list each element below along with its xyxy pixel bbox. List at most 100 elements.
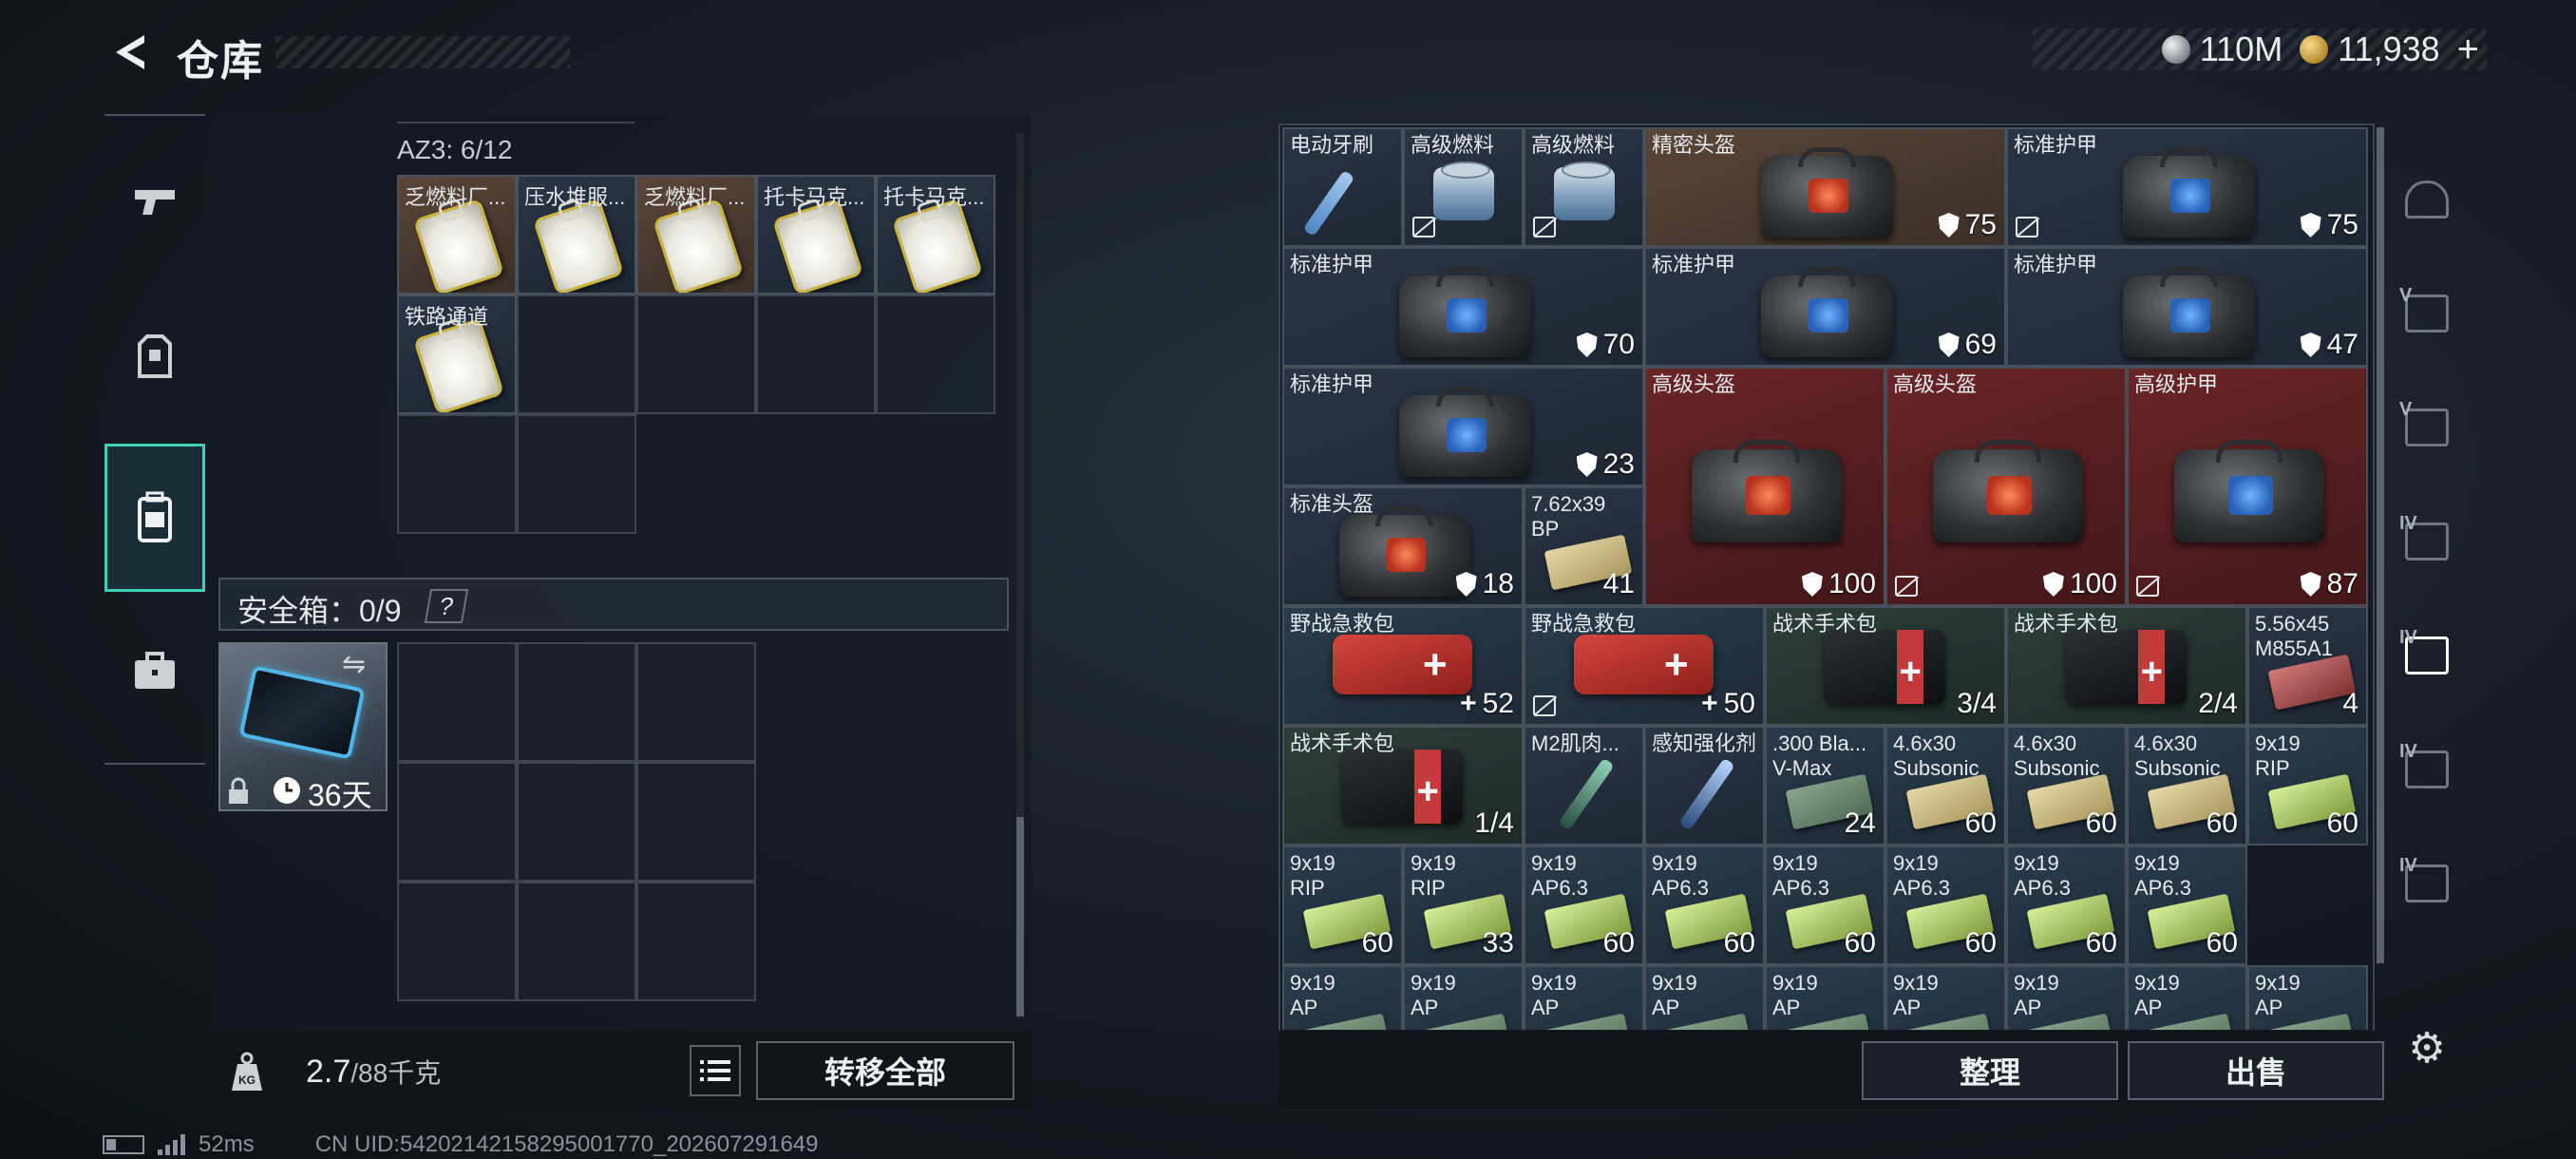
- grid-slot[interactable]: [397, 762, 517, 882]
- back-button[interactable]: [103, 28, 160, 76]
- stash-item[interactable]: 9x19 AP6.3 60: [2127, 846, 2247, 965]
- stash-item[interactable]: 9x19 AP: [2127, 965, 2247, 1030]
- add-currency-button[interactable]: +: [2457, 28, 2479, 71]
- item-quantity: 60: [2327, 808, 2358, 840]
- briefcase-icon: [135, 652, 175, 689]
- keycard-item[interactable]: 压水堆服...: [517, 175, 636, 294]
- stash-item[interactable]: 标准护甲 70: [1282, 247, 1644, 367]
- settings-gear-icon[interactable]: ⚙: [2403, 1024, 2451, 1072]
- stash-item[interactable]: 电动牙刷: [1282, 127, 1403, 247]
- list-view-button[interactable]: [690, 1045, 741, 1096]
- backpack-scroll-thumb[interactable]: [1016, 817, 1024, 1016]
- grid-slot[interactable]: [397, 882, 517, 1001]
- grid-slot[interactable]: [756, 294, 876, 414]
- stash-item[interactable]: 野战急救包 +52: [1282, 606, 1524, 726]
- stash-scroll-thumb[interactable]: [2377, 127, 2384, 963]
- stash-item[interactable]: 7.62x39 BP 41: [1524, 486, 1644, 606]
- stash-item[interactable]: 9x19 AP: [1644, 965, 1765, 1030]
- sell-button[interactable]: 出售: [2128, 1041, 2384, 1100]
- item-subname: AP6.3: [2014, 876, 2071, 900]
- stash-tab-1[interactable]: [2384, 142, 2470, 256]
- stash-item[interactable]: 野战急救包 +50: [1524, 606, 1765, 726]
- stash-item[interactable]: 9x19 RIP 33: [1403, 846, 1524, 965]
- grid-slot[interactable]: [397, 414, 517, 534]
- grid-slot[interactable]: [397, 642, 517, 762]
- stash-item[interactable]: 9x19 AP6.3 60: [1765, 846, 1885, 965]
- stash-item[interactable]: 标准头盔 18: [1282, 486, 1524, 606]
- left-category-nav: [104, 114, 205, 765]
- grid-slot[interactable]: [636, 294, 756, 414]
- stash-item[interactable]: 9x19 AP6.3 60: [1885, 846, 2006, 965]
- keycard-item[interactable]: 铁路通道: [397, 294, 517, 414]
- stash-item[interactable]: 高级燃料: [1403, 127, 1524, 247]
- stash-item[interactable]: .300 Bla... V-Max 24: [1765, 726, 1885, 846]
- safebox-help-button[interactable]: ?: [424, 589, 469, 623]
- nav-backpack[interactable]: [104, 444, 205, 592]
- stash-item[interactable]: 战术手术包 2/4: [2006, 606, 2247, 726]
- stash-item[interactable]: 9x19 RIP 60: [2247, 726, 2368, 846]
- stash-item[interactable]: 9x19 AP: [1885, 965, 2006, 1030]
- grid-slot[interactable]: [517, 414, 636, 534]
- transfer-all-button[interactable]: 转移全部: [756, 1041, 1014, 1100]
- stash-item[interactable]: 4.6x30 Subsonic 60: [1885, 726, 2006, 846]
- stash-item[interactable]: 高级护甲 87: [2127, 367, 2368, 606]
- durability-value: 69: [1964, 329, 1997, 360]
- stash-tab-7[interactable]: IV: [2384, 826, 2470, 940]
- stash-item[interactable]: 9x19 AP6.3 60: [1644, 846, 1765, 965]
- grid-slot[interactable]: [636, 642, 756, 762]
- stash-item[interactable]: 战术手术包 3/4: [1765, 606, 2006, 726]
- stash-item[interactable]: 标准护甲 69: [1644, 247, 2006, 367]
- grid-slot[interactable]: [517, 762, 636, 882]
- stash-item[interactable]: 标准护甲 47: [2006, 247, 2368, 367]
- stash-item[interactable]: 9x19 AP6.3 60: [1524, 846, 1644, 965]
- stash-item[interactable]: 9x19 AP: [1765, 965, 1885, 1030]
- stash-item[interactable]: 9x19 AP: [2247, 965, 2368, 1030]
- stash-tab-5[interactable]: IV: [2384, 598, 2470, 712]
- stash-item[interactable]: 9x19 AP: [1282, 965, 1403, 1030]
- grid-slot[interactable]: [636, 762, 756, 882]
- keycard-item[interactable]: 托卡马克...: [876, 175, 995, 294]
- stash-item[interactable]: 精密头盔 75: [1644, 127, 2006, 247]
- stash-item[interactable]: 9x19 AP6.3 60: [2006, 846, 2127, 965]
- keycard-item[interactable]: 乏燃料厂...: [636, 175, 756, 294]
- quantity-value: 1/4: [1474, 808, 1514, 839]
- stash-item[interactable]: 9x19 RIP 60: [1282, 846, 1403, 965]
- stash-item[interactable]: 9x19 AP: [1524, 965, 1644, 1030]
- armor-vest-icon: [138, 334, 172, 378]
- stash-item[interactable]: 高级燃料: [1524, 127, 1644, 247]
- sort-button[interactable]: 整理: [1862, 1041, 2118, 1100]
- swap-icon[interactable]: ⇋: [342, 648, 366, 681]
- quantity-value: 60: [1602, 927, 1635, 959]
- stash-item[interactable]: 高级头盔 100: [1644, 367, 1885, 606]
- stash-item[interactable]: 感知强化剂: [1644, 726, 1765, 846]
- stash-tab-3[interactable]: V: [2384, 370, 2470, 484]
- stash-item[interactable]: 4.6x30 Subsonic 60: [2006, 726, 2127, 846]
- stash-item[interactable]: 高级头盔 100: [1885, 367, 2127, 606]
- stash-item[interactable]: 9x19 AP: [2006, 965, 2127, 1030]
- grid-slot[interactable]: [517, 294, 636, 414]
- keycard-item[interactable]: 托卡马克...: [756, 175, 876, 294]
- grid-slot[interactable]: [636, 882, 756, 1001]
- stash-tab-2[interactable]: V: [2384, 256, 2470, 370]
- grid-slot[interactable]: [517, 882, 636, 1001]
- stash-item[interactable]: 9x19 AP: [1403, 965, 1524, 1030]
- nav-containers[interactable]: [104, 600, 205, 743]
- stash-item[interactable]: 标准护甲 75: [2006, 127, 2368, 247]
- stash-item[interactable]: 战术手术包 1/4: [1282, 726, 1524, 846]
- stash-tab-4[interactable]: IV: [2384, 484, 2470, 598]
- keycard-item[interactable]: 乏燃料厂...: [397, 175, 517, 294]
- stash-item[interactable]: 5.56x45 M855A1 4: [2247, 606, 2368, 726]
- stash-tab-tier-label: IV: [2399, 855, 2417, 876]
- stash-tab-6[interactable]: IV: [2384, 712, 2470, 826]
- nav-weapons[interactable]: [104, 130, 205, 273]
- grid-slot[interactable]: [876, 294, 995, 414]
- quantity-value: 60: [1361, 927, 1393, 959]
- stash-item[interactable]: 标准护甲 23: [1282, 367, 1644, 486]
- stash-item[interactable]: M2肌肉...: [1524, 726, 1644, 846]
- surgical-kit-icon: [1824, 629, 1945, 704]
- grid-slot[interactable]: [517, 642, 636, 762]
- item-quantity: 100: [1801, 568, 1876, 600]
- helmet-bag-icon: [1761, 147, 1893, 238]
- nav-armor[interactable]: [104, 285, 205, 428]
- stash-item[interactable]: 4.6x30 Subsonic 60: [2127, 726, 2247, 846]
